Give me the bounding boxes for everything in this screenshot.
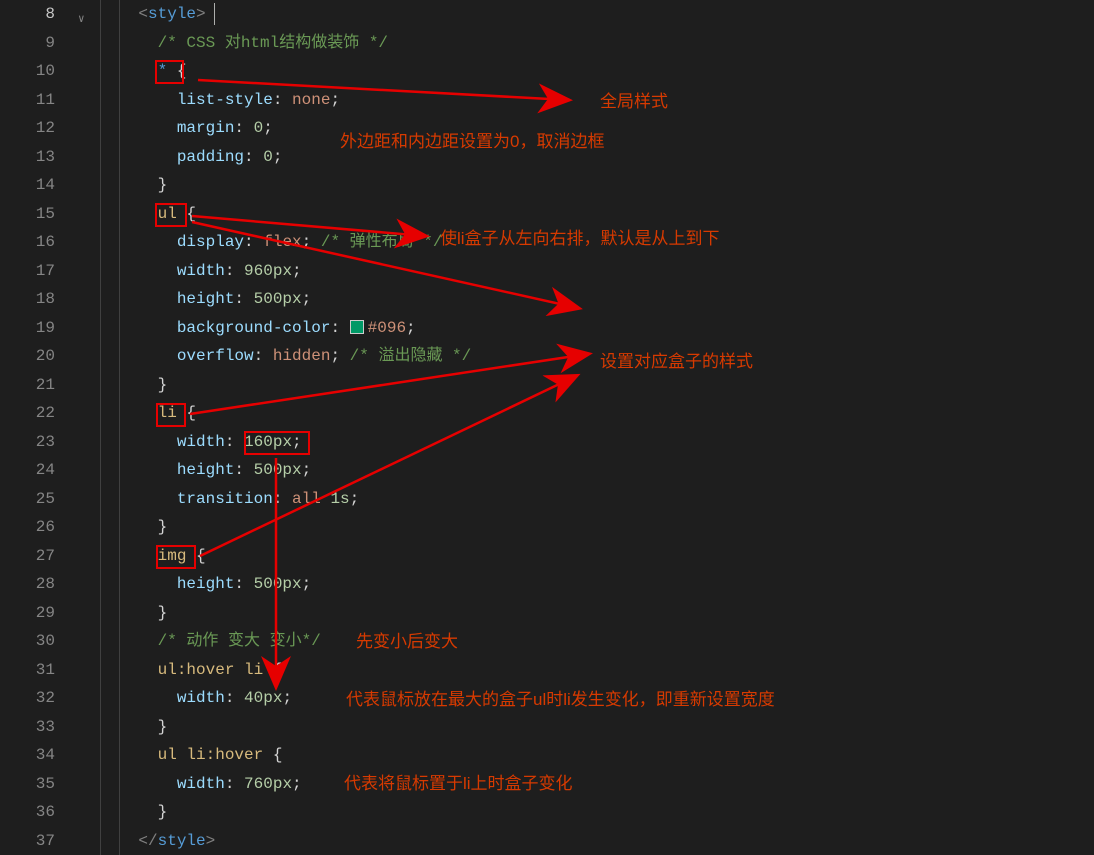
line-number: 35: [0, 770, 55, 799]
code-line[interactable]: height: 500px;: [100, 570, 471, 599]
line-number: 20: [0, 342, 55, 371]
line-number: 22: [0, 399, 55, 428]
code-line[interactable]: }: [100, 171, 471, 200]
text-cursor: [214, 3, 215, 25]
code-line[interactable]: width: 160px;: [100, 428, 471, 457]
code-area[interactable]: <style> /* CSS 对html结构做装饰 */ * { list-st…: [100, 0, 471, 855]
line-number: 10: [0, 57, 55, 86]
line-number: 11: [0, 86, 55, 115]
code-line[interactable]: }: [100, 713, 471, 742]
code-line[interactable]: height: 500px;: [100, 285, 471, 314]
line-number: 31: [0, 656, 55, 685]
code-line[interactable]: width: 760px;: [100, 770, 471, 799]
line-number: 9: [0, 29, 55, 58]
code-line[interactable]: width: 960px;: [100, 257, 471, 286]
line-number: 12: [0, 114, 55, 143]
line-number: 30: [0, 627, 55, 656]
code-line[interactable]: }: [100, 599, 471, 628]
code-line[interactable]: /* CSS 对html结构做装饰 */: [100, 29, 471, 58]
fold-chevron-icon[interactable]: ∨: [78, 6, 85, 35]
code-line[interactable]: * {: [100, 57, 471, 86]
code-line[interactable]: }: [100, 371, 471, 400]
line-number: 29: [0, 599, 55, 628]
line-number: 32: [0, 684, 55, 713]
line-number: 16: [0, 228, 55, 257]
code-line[interactable]: img {: [100, 542, 471, 571]
code-line[interactable]: ul {: [100, 200, 471, 229]
line-number: 13: [0, 143, 55, 172]
line-number: 24: [0, 456, 55, 485]
code-line[interactable]: height: 500px;: [100, 456, 471, 485]
color-swatch-icon: [350, 320, 364, 334]
code-line[interactable]: display: flex; /* 弹性布局 */: [100, 228, 471, 257]
code-line[interactable]: </style>: [100, 827, 471, 855]
code-line[interactable]: transition: all 1s;: [100, 485, 471, 514]
line-number: 34: [0, 741, 55, 770]
code-line[interactable]: width: 40px;: [100, 684, 471, 713]
code-line[interactable]: ul:hover li {: [100, 656, 471, 685]
line-number: 23: [0, 428, 55, 457]
code-line[interactable]: overflow: hidden; /* 溢出隐藏 */: [100, 342, 471, 371]
line-number: 19: [0, 314, 55, 343]
code-line[interactable]: list-style: none;: [100, 86, 471, 115]
code-line[interactable]: background-color: #096;: [100, 314, 471, 343]
line-number: 18: [0, 285, 55, 314]
code-line[interactable]: li {: [100, 399, 471, 428]
line-number: 33: [0, 713, 55, 742]
code-line[interactable]: <style>: [100, 0, 471, 29]
line-number: 27: [0, 542, 55, 571]
code-line[interactable]: }: [100, 798, 471, 827]
line-number: 14: [0, 171, 55, 200]
line-number-gutter: 8910111213141516171819202122232425262728…: [0, 0, 75, 855]
line-number: 26: [0, 513, 55, 542]
code-line[interactable]: /* 动作 变大 变小*/: [100, 627, 471, 656]
anno-box-style: 设置对应盒子的样式: [600, 348, 753, 377]
code-line[interactable]: ul li:hover {: [100, 741, 471, 770]
line-number: 21: [0, 371, 55, 400]
line-number: 17: [0, 257, 55, 286]
line-number: 37: [0, 827, 55, 855]
code-line[interactable]: }: [100, 513, 471, 542]
anno-li-horizontal: 使li盒子从左向右排，默认是从上到下: [440, 225, 720, 254]
fold-column: ∨: [78, 0, 92, 855]
line-number: 25: [0, 485, 55, 514]
code-line[interactable]: margin: 0;: [100, 114, 471, 143]
line-number: 28: [0, 570, 55, 599]
line-number: 8: [0, 0, 55, 29]
line-number: 15: [0, 200, 55, 229]
anno-global-style: 全局样式: [600, 88, 668, 117]
code-line[interactable]: padding: 0;: [100, 143, 471, 172]
line-number: 36: [0, 798, 55, 827]
